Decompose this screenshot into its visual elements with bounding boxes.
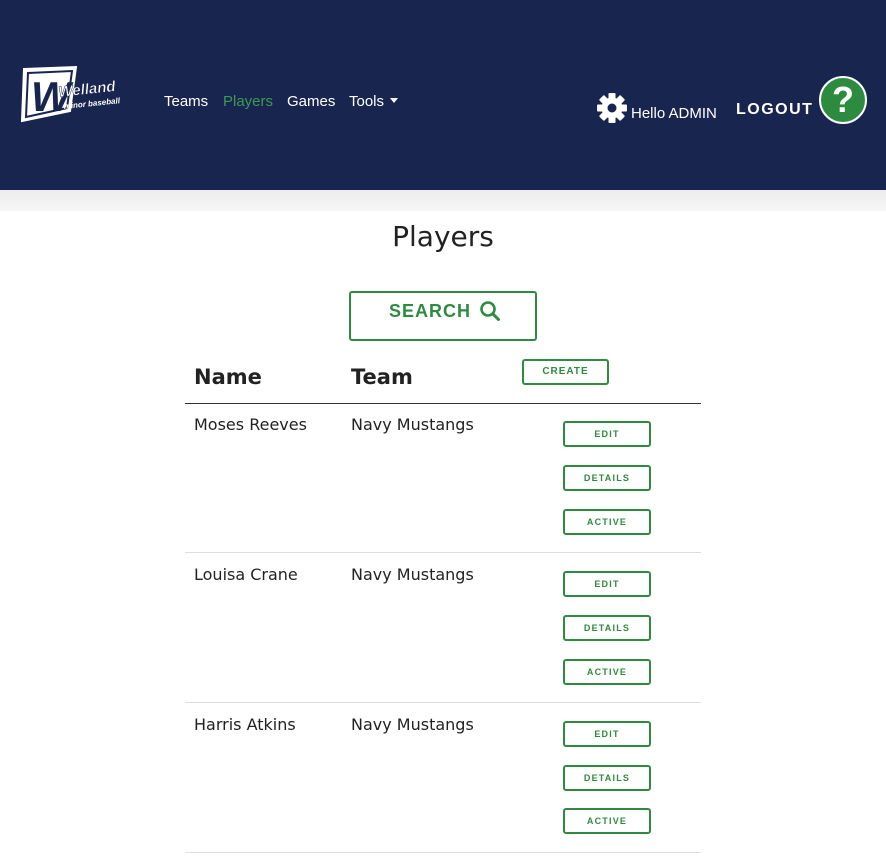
details-button[interactable]: DETAILS (563, 765, 651, 791)
details-button[interactable]: DETAILS (563, 465, 651, 491)
top-navbar: W Welland minor baseball Teams Players G… (0, 0, 886, 190)
column-header-team: Team (351, 365, 413, 389)
search-icon (480, 301, 500, 321)
nav-teams[interactable]: Teams (164, 93, 208, 110)
edit-button[interactable]: EDIT (563, 721, 651, 747)
row-divider (185, 852, 701, 853)
player-name: Harris Atkins (194, 715, 296, 734)
nav-players[interactable]: Players (223, 93, 273, 110)
chevron-down-icon (390, 98, 399, 103)
table-row: Louisa Crane Navy Mustangs EDIT DETAILS … (185, 553, 701, 703)
user-greeting: Hello ADMIN (631, 105, 717, 122)
table-row: Moses Reeves Navy Mustangs EDIT DETAILS … (185, 403, 701, 553)
search-button[interactable]: SEARCH (349, 291, 537, 341)
help-icon[interactable]: ? (819, 76, 867, 124)
player-team: Navy Mustangs (351, 565, 474, 584)
details-button[interactable]: DETAILS (563, 615, 651, 641)
player-name: Louisa Crane (194, 565, 298, 584)
table-row: Harris Atkins Navy Mustangs EDIT DETAILS… (185, 703, 701, 853)
search-label: SEARCH (389, 301, 472, 321)
column-header-name: Name (194, 365, 262, 389)
active-button[interactable]: ACTIVE (563, 659, 651, 685)
nav-tools[interactable]: Tools (349, 93, 399, 110)
player-name: Moses Reeves (194, 415, 307, 434)
active-button[interactable]: ACTIVE (563, 509, 651, 535)
header-shadow (0, 190, 886, 211)
page-title: Players (392, 220, 494, 253)
create-button[interactable]: CREATE (522, 359, 609, 385)
player-team: Navy Mustangs (351, 415, 474, 434)
logout-button[interactable]: LOGOUT (736, 101, 813, 119)
active-button[interactable]: ACTIVE (563, 808, 651, 834)
nav-tools-label: Tools (349, 93, 385, 110)
player-team: Navy Mustangs (351, 715, 474, 734)
welland-logo[interactable]: W Welland minor baseball (16, 63, 136, 127)
gear-icon[interactable] (596, 92, 628, 124)
edit-button[interactable]: EDIT (563, 571, 651, 597)
nav-games[interactable]: Games (287, 93, 335, 110)
edit-button[interactable]: EDIT (563, 421, 651, 447)
